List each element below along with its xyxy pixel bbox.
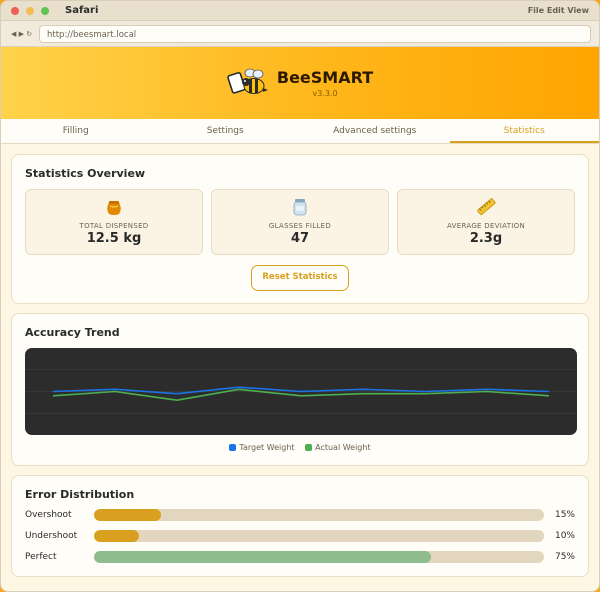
stat-glasses-filled: GLASSES FILLED 47 (211, 189, 389, 255)
stat-label: TOTAL DISPENSED (79, 222, 149, 230)
stat-label: AVERAGE DEVIATION (447, 222, 525, 230)
distribution-label: Undershoot (25, 531, 78, 541)
stat-label: GLASSES FILLED (268, 222, 332, 230)
distribution-label: Overshoot (25, 510, 72, 520)
error-distribution-card: Error Distribution Overshoot 15% Undersh… (11, 475, 589, 577)
distribution-percent: 10% (554, 531, 575, 541)
accuracy-trend-chart (25, 348, 577, 435)
ruler-icon (477, 198, 496, 216)
tab-settings[interactable]: Settings (151, 119, 301, 143)
trend-chart-svg (25, 369, 577, 414)
app-name: Safari (65, 5, 99, 16)
tab-advanced-settings[interactable]: Advanced settings (300, 119, 450, 143)
maximize-window-button[interactable] (41, 6, 49, 15)
browser-window: Safari File Edit View ◀ ▶ ↻ http://beesm… (0, 0, 600, 592)
distribution-bar-fill (93, 509, 162, 521)
tab-filling[interactable]: Filling (1, 119, 151, 143)
jar-icon (293, 199, 307, 216)
distribution-bar-track (93, 530, 544, 542)
stat-average-deviation: AVERAGE DEVIATION 2.3g (397, 189, 575, 255)
reset-statistics-button[interactable]: Reset Statistics (251, 265, 349, 291)
chart-legend: Target Weight Actual Weight (25, 443, 575, 453)
url-field[interactable]: http://beesmart.local (39, 24, 591, 43)
distribution-bar-fill (93, 530, 139, 542)
legend-target[interactable]: Target Weight (229, 443, 295, 452)
legend-target-label: Target Weight (239, 443, 295, 452)
title-bar: Safari File Edit View (1, 1, 599, 21)
distribution-row-overshoot: Overshoot 15% (25, 508, 575, 522)
stat-value: 2.3g (469, 231, 503, 246)
statistics-overview-title: Statistics Overview (25, 167, 146, 180)
tab-bar: Filling Settings Advanced settings Stati… (1, 119, 599, 144)
stat-value: 47 (290, 231, 310, 246)
app-title: BeeSMART (276, 68, 374, 87)
stat-tiles: TOTAL DISPENSED 12.5 kg GLASSES FILLED 4… (25, 189, 575, 255)
legend-actual-label: Actual Weight (315, 443, 371, 452)
distribution-percent: 15% (554, 510, 575, 520)
app-version: v3.3.0 (312, 89, 338, 98)
distribution-row-undershoot: Undershoot 10% (25, 529, 575, 543)
distribution-percent: 75% (554, 552, 575, 562)
distribution-bar-fill (93, 551, 432, 563)
actual-swatch (305, 444, 313, 451)
distribution-bar-track (93, 551, 544, 563)
address-bar: ◀ ▶ ↻ http://beesmart.local (1, 21, 599, 47)
tab-statistics[interactable]: Statistics (449, 119, 599, 143)
minimize-window-button[interactable] (26, 6, 34, 15)
target-swatch (229, 444, 237, 451)
navigation-buttons[interactable]: ◀ ▶ ↻ (11, 30, 39, 38)
legend-actual[interactable]: Actual Weight (305, 443, 371, 452)
distribution-label: Perfect (25, 552, 57, 562)
distribution-row-perfect: Perfect 75% (25, 550, 575, 564)
distribution-bar-track (93, 509, 544, 521)
accuracy-trend-title: Accuracy Trend (25, 326, 120, 339)
stat-total-dispensed: TOTAL DISPENSED 12.5 kg (25, 189, 203, 255)
close-window-button[interactable] (11, 6, 19, 15)
honey-pot-icon (107, 201, 121, 215)
main-content: Statistics Overview TOTAL DISPENSED 12.5… (1, 144, 599, 577)
app-header: BeeSMART v3.3.0 (1, 47, 599, 119)
menu-bar[interactable]: File Edit View (528, 6, 589, 15)
accuracy-trend-card: Accuracy Trend Target Weight Actual Weig… (11, 313, 589, 466)
error-distribution-title: Error Distribution (25, 488, 135, 501)
stat-value: 12.5 kg (86, 231, 142, 246)
statistics-overview-card: Statistics Overview TOTAL DISPENSED 12.5… (11, 154, 589, 304)
bee-logo-icon (227, 66, 269, 100)
